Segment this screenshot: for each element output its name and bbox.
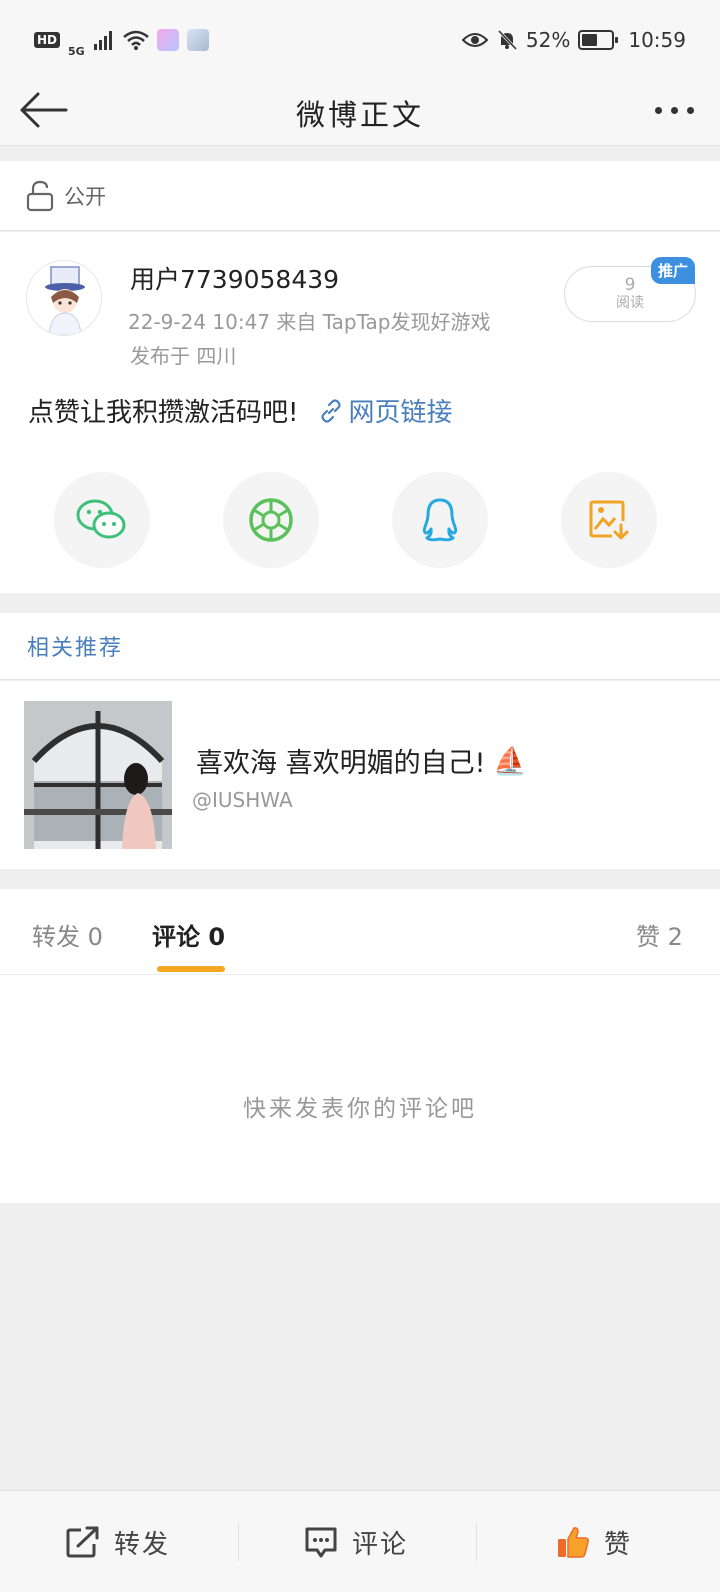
hd-badge: HD <box>34 32 61 48</box>
interaction-tabs: 转发 0 评论 0 赞 2 <box>0 889 720 975</box>
wifi-icon <box>122 30 149 50</box>
clock: 10:59 <box>628 28 686 52</box>
related-thumbnail <box>24 701 172 849</box>
avatar-image <box>27 261 101 335</box>
post-time-source: 22-9-24 10:47 来自 TapTap发现好游戏 <box>128 310 491 334</box>
promo-badge[interactable]: 推广 <box>651 257 696 284</box>
read-count: 9 <box>624 275 636 296</box>
more-dot <box>687 106 694 114</box>
more-dot <box>671 106 678 114</box>
more-button[interactable] <box>655 90 694 130</box>
status-bar: HD 5G 52% 10:59 <box>0 0 720 80</box>
related-item[interactable]: 喜欢海 喜欢明媚的自己! ⛵ @IUSHWA <box>0 681 720 869</box>
eye-icon <box>461 33 488 47</box>
related-header-label: 相关推荐 <box>27 636 124 661</box>
post-body: 点赞让我积攒激活码吧! <box>28 398 299 428</box>
qq-icon <box>422 498 458 542</box>
post-text: 点赞让我积攒激活码吧! 网页链接 <box>28 392 452 429</box>
more-dot <box>655 106 662 114</box>
divider <box>476 1523 477 1561</box>
notification-app-icon <box>186 29 209 51</box>
tab-like[interactable]: 赞 2 <box>636 917 683 952</box>
web-link[interactable]: 网页链接 <box>318 392 452 429</box>
comment-icon <box>305 1527 337 1558</box>
like-button[interactable]: 赞 <box>556 1491 632 1592</box>
unlock-icon <box>26 180 54 211</box>
sailboat-emoji: ⛵ <box>493 745 528 777</box>
related-author: @IUSHWA <box>192 788 293 812</box>
status-left: HD 5G <box>34 23 209 58</box>
network-type: 5G <box>68 44 85 58</box>
back-arrow-icon <box>20 92 68 128</box>
related-title: 喜欢海 喜欢明媚的自己! ⛵ <box>196 741 527 780</box>
tab-comment[interactable]: 评论 0 <box>152 917 225 952</box>
share-wechat-button[interactable] <box>54 472 150 568</box>
tab-repost[interactable]: 转发 0 <box>32 917 103 952</box>
save-image-icon <box>589 500 629 540</box>
notification-app-icon <box>156 29 179 51</box>
bottom-action-bar: 转发 评论 赞 <box>0 1490 720 1592</box>
interaction-panel: 转发 0 评论 0 赞 2 快来发表你的评论吧 <box>0 889 720 1203</box>
related-header: 相关推荐 <box>0 613 720 680</box>
visibility-label: 公开 <box>64 184 106 209</box>
read-label: 阅读 <box>616 294 644 311</box>
save-image-button[interactable] <box>561 472 657 568</box>
post-location: 发布于 四川 <box>130 344 237 368</box>
wechat-icon <box>76 499 126 539</box>
comment-button[interactable]: 评论 <box>304 1491 408 1592</box>
share-row <box>0 472 720 568</box>
visibility-row: 公开 <box>0 161 720 231</box>
mute-bell-icon <box>497 29 517 51</box>
comment-label: 评论 <box>352 1529 409 1560</box>
status-right: 52% 10:59 <box>461 28 686 52</box>
related-title-text: 喜欢海 喜欢明媚的自己! <box>196 748 486 779</box>
battery-icon <box>578 30 619 50</box>
link-icon <box>321 398 342 423</box>
repost-label: 转发 <box>114 1529 171 1560</box>
like-label: 赞 <box>604 1529 633 1560</box>
avatar[interactable] <box>26 260 102 336</box>
page-title: 微博正文 <box>295 97 424 132</box>
empty-comments-hint: 快来发表你的评论吧 <box>243 1096 477 1122</box>
battery-percent: 52% <box>525 28 571 52</box>
signal-icon <box>93 31 112 50</box>
post-card: 用户7739058439 22-9-24 10:47 来自 TapTap发现好游… <box>0 232 720 593</box>
active-tab-indicator <box>157 966 225 972</box>
share-moments-button[interactable] <box>223 472 319 568</box>
nav-bar: 微博正文 <box>0 80 720 146</box>
back-button[interactable] <box>18 84 74 136</box>
thumbs-up-icon <box>558 1527 589 1558</box>
moments-icon <box>249 498 293 542</box>
share-qq-button[interactable] <box>392 472 488 568</box>
divider <box>238 1523 239 1561</box>
repost-button[interactable]: 转发 <box>66 1491 170 1592</box>
repost-icon <box>66 1526 99 1558</box>
web-link-label: 网页链接 <box>348 398 453 428</box>
username[interactable]: 用户7739058439 <box>130 260 339 296</box>
